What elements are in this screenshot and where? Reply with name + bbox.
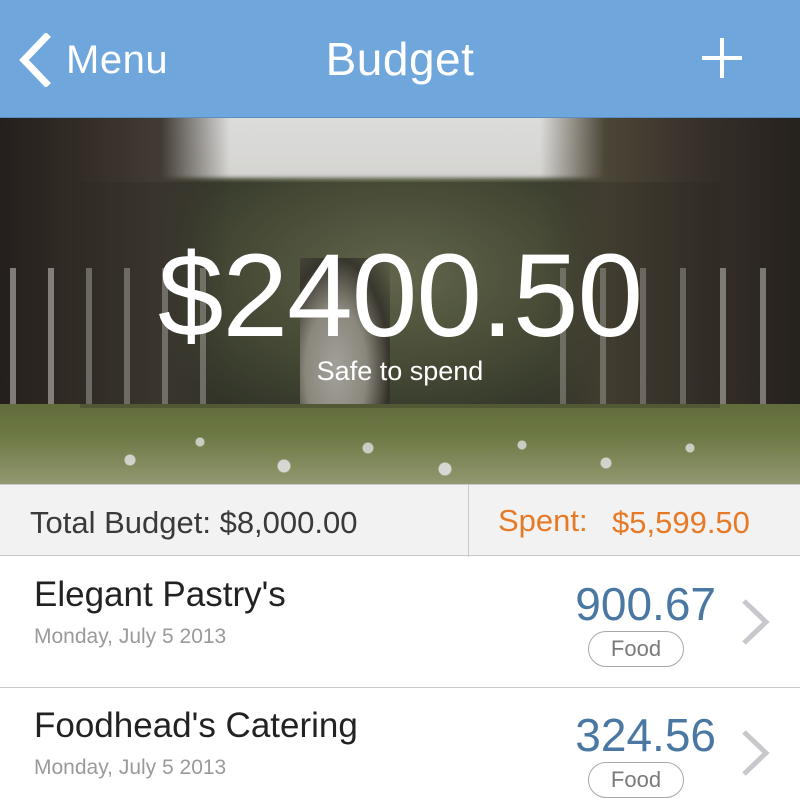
plus-icon — [702, 38, 742, 78]
total-budget: Total Budget: $8,000.00 — [30, 505, 358, 540]
expense-title: Elegant Pastry's — [34, 575, 286, 614]
expense-amount: 900.67 — [575, 578, 716, 630]
safe-to-spend-amount: $2400.50 — [157, 230, 643, 362]
expense-amount: 324.56 — [575, 709, 716, 761]
summary-divider — [468, 485, 469, 557]
expense-category-tag: Food — [588, 631, 684, 667]
spent-value: $5,599.50 — [612, 505, 750, 540]
safe-to-spend-label: Safe to spend — [316, 356, 484, 386]
hero-banner: $2400.50 Safe to spend — [0, 118, 800, 484]
add-expense-button[interactable] — [700, 36, 744, 80]
budget-summary-bar: Total Budget: $8,000.00 Spent: $5,599.50 — [0, 484, 800, 557]
expense-date: Monday, July 5 2013 — [34, 625, 227, 648]
expense-row[interactable]: Elegant Pastry's Monday, July 5 2013 900… — [0, 557, 800, 687]
page-title: Budget — [325, 33, 475, 85]
expense-title: Foodhead's Catering — [34, 706, 358, 745]
chevron-right-icon — [738, 597, 772, 647]
spent-label: Spent: — [498, 503, 588, 538]
expense-row[interactable]: Foodhead's Catering Monday, July 5 2013 … — [0, 688, 800, 800]
expense-category-tag: Food — [588, 762, 684, 798]
expense-date: Monday, July 5 2013 — [34, 756, 227, 779]
navigation-bar: Menu Budget — [0, 0, 800, 118]
chevron-right-icon — [738, 728, 772, 778]
